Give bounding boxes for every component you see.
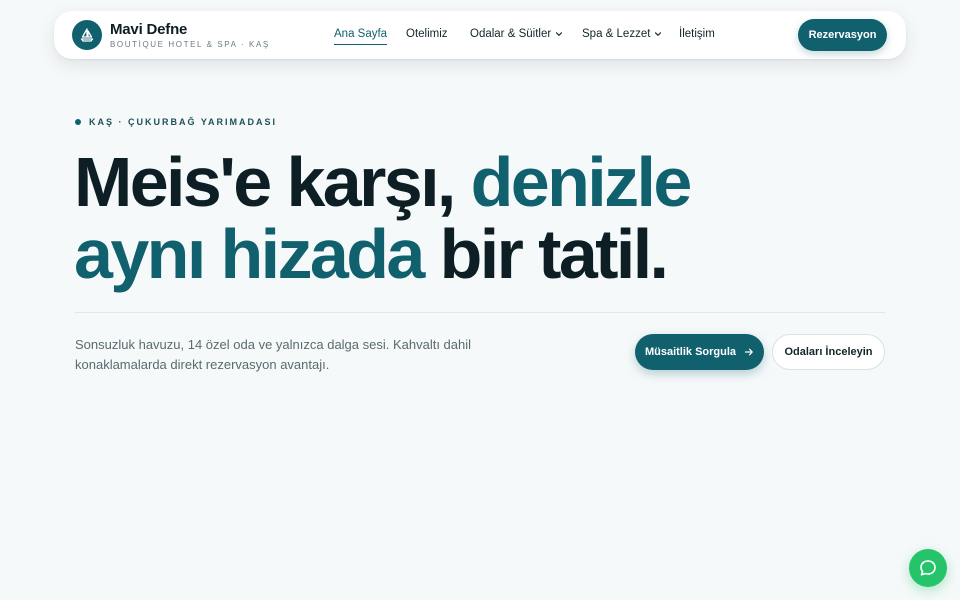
headline-part-1: Meis'e karşı, (74, 143, 456, 221)
arrow-right-icon (744, 348, 753, 356)
hero-description: Sonsuzluk havuzu, 14 özel oda ve yalnızc… (75, 337, 472, 372)
nav-item-iletisim[interactable]: İletişim (679, 28, 715, 40)
headline-accent-2: aynı hizada (74, 215, 425, 293)
site-header: Mavi Defne BOUTİQUE HOTEL & SPA · KAŞ An… (54, 11, 906, 59)
nav-item-label: Odalar & Süitler (470, 28, 552, 40)
view-rooms-label: Odaları İnceleyin (784, 346, 873, 358)
chevron-down-icon (556, 32, 563, 36)
eyebrow-text: KAŞ · ÇUKURBAĞ YARIMADASI (89, 117, 278, 127)
nav-item-label: Ana Sayfa (334, 28, 388, 40)
eyebrow-dot (75, 119, 81, 125)
view-rooms-button[interactable]: Odaları İnceleyin (772, 334, 885, 370)
check-availability-button[interactable]: Müsaitlik Sorgula (635, 334, 764, 370)
headline-accent-1: denizle (470, 143, 693, 221)
nav-item-spa-lezzet[interactable]: Spa & Lezzet (582, 28, 662, 40)
chevron-down-icon (655, 32, 662, 36)
hero-headline: Meis'e karşı, denizle aynı hizada bir ta… (74, 146, 794, 290)
hero-divider (75, 312, 885, 313)
nav-item-label: Otelimiz (406, 28, 448, 40)
chat-button[interactable] (909, 549, 947, 587)
brand[interactable]: Mavi Defne BOUTİQUE HOTEL & SPA · KAŞ (72, 20, 270, 50)
chat-bubble-icon (920, 560, 936, 576)
brand-subtitle: BOUTİQUE HOTEL & SPA · KAŞ (110, 39, 270, 49)
reservation-button[interactable]: Rezervasyon (798, 19, 887, 51)
nav-item-ana-sayfa[interactable]: Ana Sayfa (334, 28, 388, 45)
brand-name: Mavi Defne (110, 20, 188, 38)
sailboat-icon (72, 20, 102, 50)
hero-eyebrow: KAŞ · ÇUKURBAĞ YARIMADASI (75, 117, 277, 127)
nav-item-otelimiz[interactable]: Otelimiz (406, 28, 448, 40)
nav-item-label: İletişim (679, 28, 715, 40)
headline-part-2: bir tatil. (439, 215, 669, 293)
nav-item-odalar-suitler[interactable]: Odalar & Süitler (470, 28, 563, 40)
check-availability-label: Müsaitlik Sorgula (644, 346, 737, 358)
nav-item-label: Spa & Lezzet (582, 28, 651, 40)
